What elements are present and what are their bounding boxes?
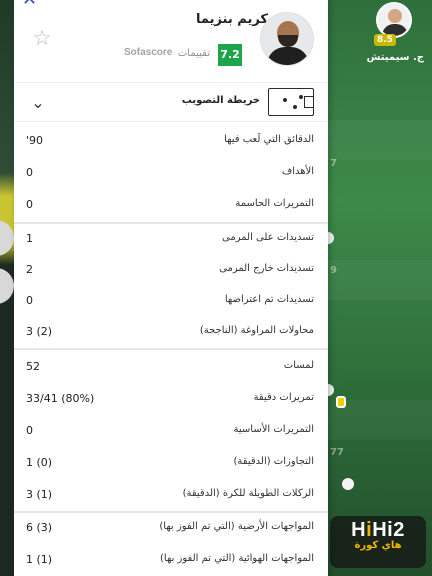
stat-value: 6 (3): [26, 521, 53, 534]
external-player-rating: 8.5: [374, 34, 396, 46]
stat-row: 52 لمسات: [14, 352, 328, 383]
stat-label: الدقائق التي لَعب فيها: [224, 134, 314, 145]
stat-value: 3 (1): [26, 488, 53, 501]
pitch-number: 9: [330, 265, 337, 276]
star-icon[interactable]: ☆: [31, 27, 53, 49]
stat-row: 1 (0) التجاوزات (الدقيقة): [14, 448, 328, 479]
pitch-number: 77: [330, 447, 344, 458]
external-player-name: ج. سيميتش: [366, 52, 424, 63]
external-player-avatar: [376, 2, 412, 38]
stat-value: '90: [26, 134, 44, 147]
stat-label: تمريرات دقيقة: [253, 392, 314, 403]
stat-label: محاولات المراوغة (الناجحة): [199, 325, 314, 336]
stat-label: تسديدات خارج المرمى: [219, 263, 314, 274]
stat-label: الأهداف: [281, 166, 314, 177]
stat-label: المواجهات الهوائية (التي تم الفوز بها): [160, 553, 314, 564]
stat-label: التمريرات الحاسمة: [235, 198, 314, 209]
stat-label: التجاوزات (الدقيقة): [233, 456, 314, 467]
player-avatar: [260, 12, 314, 66]
stat-value: 0: [26, 294, 33, 307]
stat-value: 1 (0): [26, 456, 53, 469]
shotmap-toggle[interactable]: ⌄ خريطة التصويب: [14, 82, 328, 122]
stat-value: 1 (1): [26, 553, 53, 566]
stat-value: 52: [26, 360, 40, 373]
stat-label: تسديدات على المرمى: [222, 232, 314, 243]
stat-value: 3 (2): [26, 325, 53, 338]
stat-row: 0 التمريرات الأساسية: [14, 416, 328, 447]
stat-row: 3 (1) الركلات الطويلة للكرة (الدقيقة): [14, 480, 328, 511]
player-name: كريم بنزيما: [195, 12, 268, 27]
external-player-card[interactable]: 8.5 ج. سيميتش: [367, 2, 424, 70]
stat-row: 3 (2) محاولات المراوغة (الناجحة): [14, 317, 328, 348]
pitch-icon: [268, 88, 314, 116]
watermark-main: HiHi2: [351, 519, 405, 541]
stat-value: 0: [26, 198, 33, 211]
stat-label: المواجهات الأرضية (التي تم الفوز بها): [159, 521, 314, 532]
watermark-logo: HiHi2 هاي كورة: [330, 516, 426, 568]
stat-label: تسديدات تم اعتراضها: [224, 294, 314, 305]
player-marker[interactable]: [342, 478, 354, 490]
close-icon[interactable]: ✕: [22, 0, 40, 9]
player-stats-panel: ✕ ☆ كريم بنزيما 7.2 تقييمات Sofascore ⌄ …: [14, 0, 328, 576]
stat-row: 1 تسديدات على المرمى: [14, 224, 328, 255]
pitch-number: 7: [330, 158, 337, 169]
stat-row: 0 الأهداف: [14, 158, 328, 189]
stat-row: 6 (3) المواجهات الأرضية (التي تم الفوز ب…: [14, 513, 328, 544]
stat-value: 0: [26, 166, 33, 179]
shotmap-label: خريطة التصويب: [181, 95, 260, 106]
stat-label: لمسات: [283, 360, 314, 371]
rating-source: Sofascore: [124, 47, 173, 58]
group-divider: [14, 348, 328, 350]
background-blob: [0, 220, 14, 256]
yellow-card-marker: [336, 396, 346, 408]
stat-label: الركلات الطويلة للكرة (الدقيقة): [182, 488, 314, 499]
stat-value: 1: [26, 232, 33, 245]
stat-row: '90 الدقائق التي لَعب فيها: [14, 126, 328, 157]
stat-row: 0 تسديدات تم اعتراضها: [14, 286, 328, 317]
left-background-strip: [0, 0, 14, 576]
stat-row: 1 (1) المواجهات الهوائية (التي تم الفوز …: [14, 545, 328, 576]
stat-row: 33/41 (80%) تمريرات دقيقة: [14, 384, 328, 415]
stat-value: 2: [26, 263, 33, 276]
stat-label: التمريرات الأساسية: [233, 424, 314, 435]
stat-row: 0 التمريرات الحاسمة: [14, 190, 328, 221]
pitch-stripe: [328, 260, 432, 300]
chevron-down-icon[interactable]: ⌄: [28, 93, 48, 113]
pitch-stripe: [328, 120, 432, 160]
stat-value: 0: [26, 424, 33, 437]
background-blob: [0, 268, 14, 304]
stat-value: 33/41 (80%): [26, 392, 95, 405]
rating-label: تقييمات: [177, 48, 210, 59]
stat-row: 2 تسديدات خارج المرمى: [14, 255, 328, 286]
watermark-sub: هاي كورة: [354, 540, 402, 551]
rating-badge: 7.2: [218, 44, 242, 66]
